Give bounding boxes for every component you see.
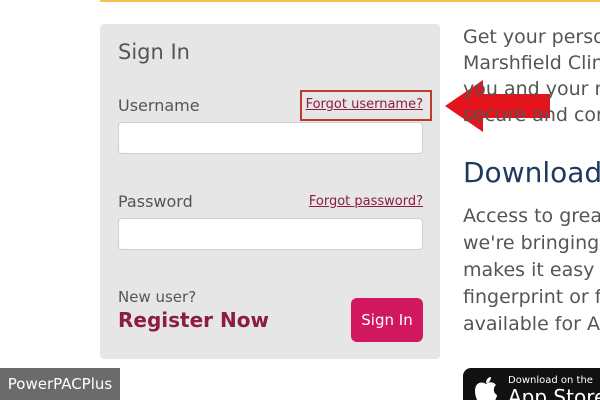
register-now-link[interactable]: Register Now — [118, 308, 269, 332]
forgot-password-link[interactable]: Forgot password? — [309, 194, 423, 209]
download-heading: Download — [463, 156, 600, 189]
info-column: Get your perso Marshfield Clin you and y… — [463, 0, 600, 400]
signin-button[interactable]: Sign In — [351, 298, 423, 342]
intro-text: Get your perso Marshfield Clin you and y… — [463, 26, 600, 126]
app-store-badge[interactable]: Download on the App Store — [463, 368, 600, 400]
access-text: Access to great we're bringing makes it … — [463, 205, 600, 335]
new-user-text: New user? — [118, 288, 197, 306]
signin-title: Sign In — [118, 40, 190, 64]
signin-panel: Sign In Username Forgot username? Passwo… — [100, 24, 440, 359]
password-label: Password — [118, 192, 193, 211]
apple-icon — [475, 377, 497, 400]
watermark-label: PowerPACPlus — [0, 368, 120, 400]
username-label: Username — [118, 96, 200, 115]
username-input[interactable] — [118, 122, 423, 154]
forgot-username-link[interactable]: Forgot username? — [306, 97, 423, 112]
password-input[interactable] — [118, 218, 423, 250]
badge-big-text: App Store — [508, 385, 600, 400]
